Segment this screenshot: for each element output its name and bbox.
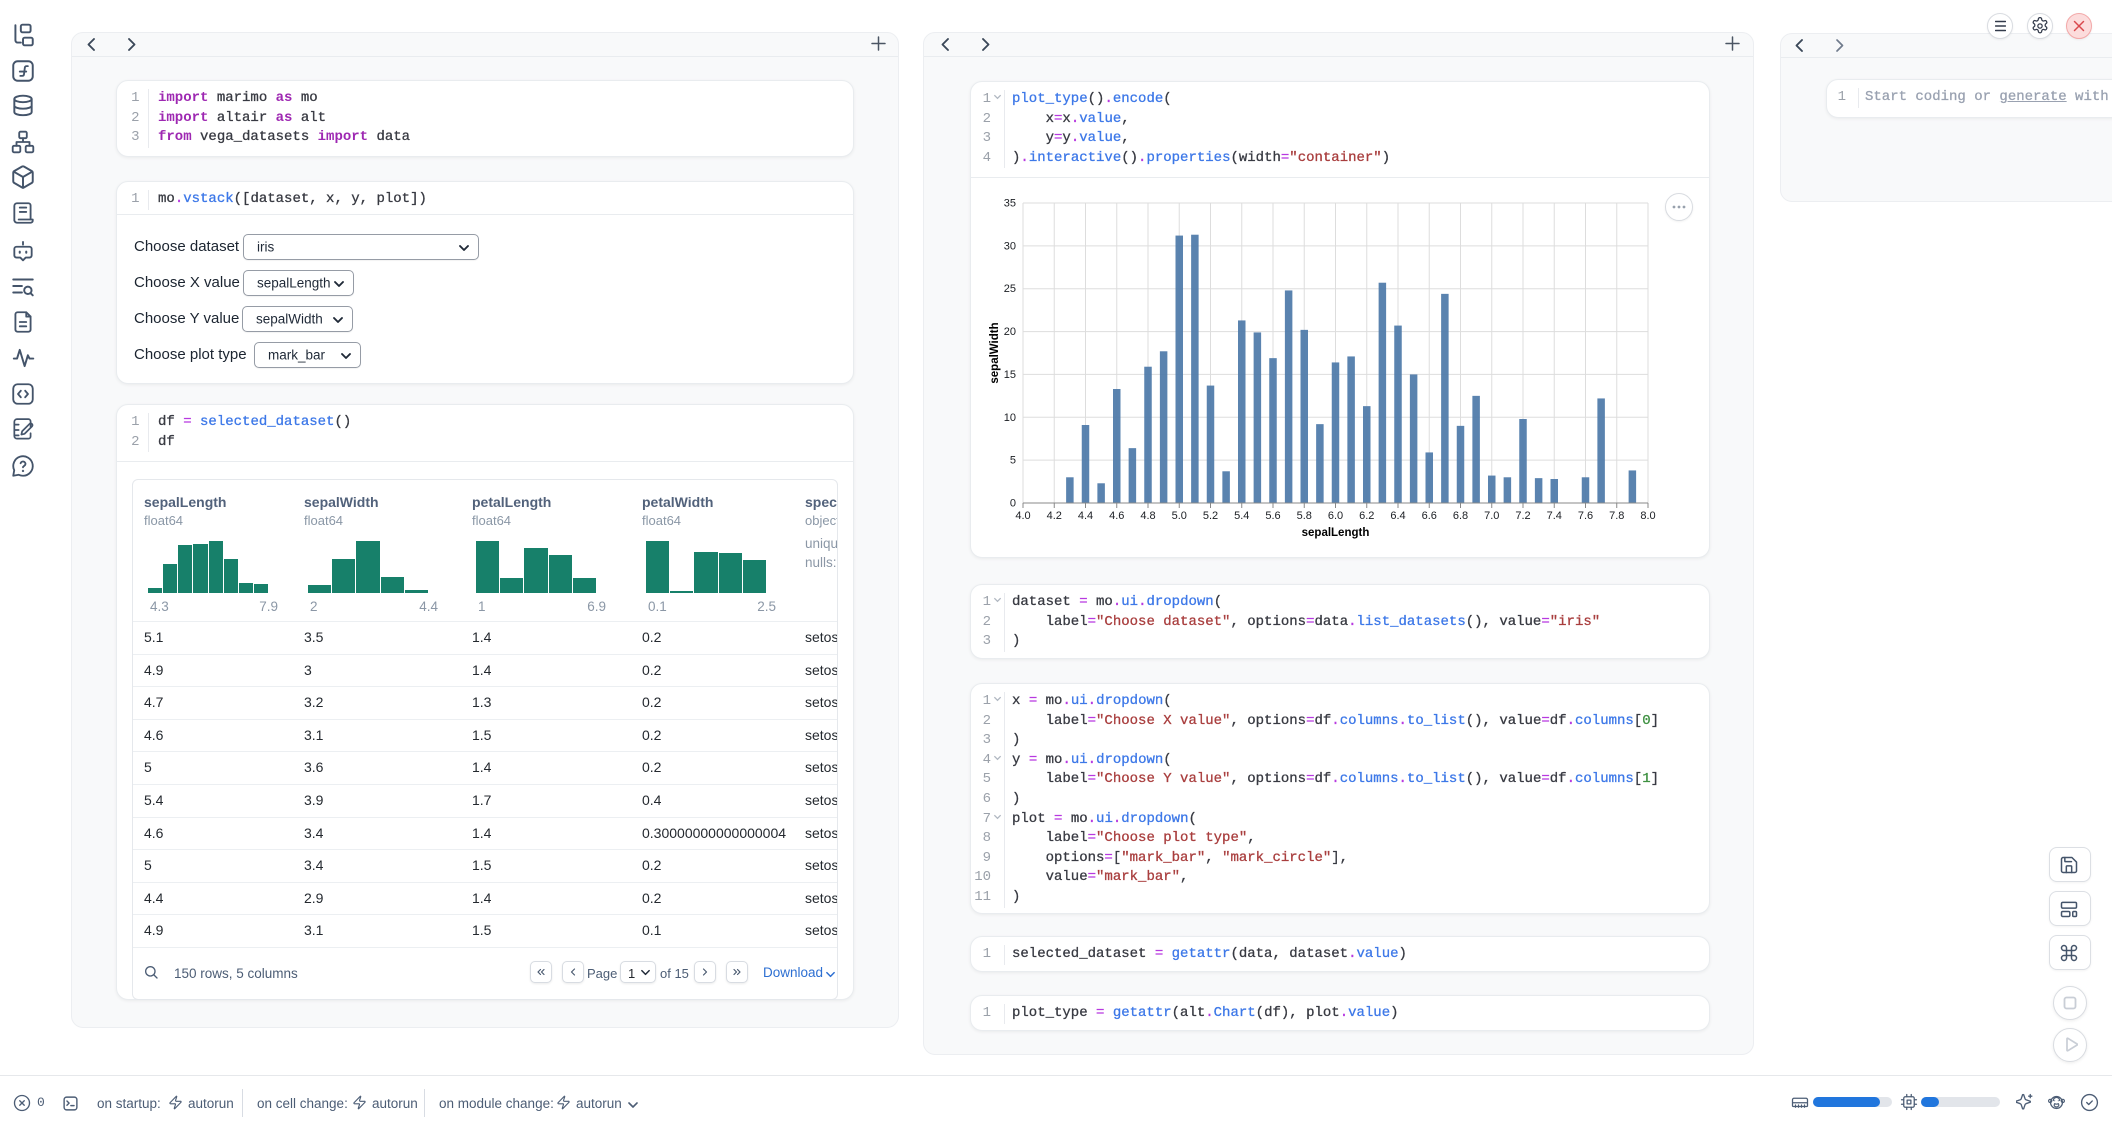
- svg-text:7.2: 7.2: [1515, 510, 1530, 522]
- svg-text:5.6: 5.6: [1265, 510, 1280, 522]
- svg-text:25: 25: [1004, 283, 1016, 295]
- svg-text:5.8: 5.8: [1297, 510, 1312, 522]
- svg-text:20: 20: [1004, 326, 1016, 338]
- svg-text:5.4: 5.4: [1234, 510, 1249, 522]
- svg-text:sepalWidth: sepalWidth: [989, 322, 1001, 383]
- svg-text:5: 5: [1010, 455, 1016, 467]
- svg-text:10: 10: [1004, 412, 1016, 424]
- svg-text:0: 0: [1010, 498, 1016, 510]
- svg-text:15: 15: [1004, 369, 1016, 381]
- svg-text:6.8: 6.8: [1453, 510, 1468, 522]
- svg-text:4.2: 4.2: [1047, 510, 1062, 522]
- svg-text:7.6: 7.6: [1578, 510, 1593, 522]
- svg-text:6.4: 6.4: [1390, 510, 1405, 522]
- svg-text:4.8: 4.8: [1140, 510, 1155, 522]
- svg-text:4.0: 4.0: [1015, 510, 1030, 522]
- svg-text:7.4: 7.4: [1547, 510, 1562, 522]
- svg-text:4.4: 4.4: [1078, 510, 1093, 522]
- svg-text:5.0: 5.0: [1172, 510, 1187, 522]
- svg-text:4.6: 4.6: [1109, 510, 1124, 522]
- svg-text:7.0: 7.0: [1484, 510, 1499, 522]
- svg-text:7.8: 7.8: [1609, 510, 1624, 522]
- svg-text:sepalLength: sepalLength: [1302, 527, 1370, 539]
- svg-text:8.0: 8.0: [1640, 510, 1655, 522]
- svg-text:6.0: 6.0: [1328, 510, 1343, 522]
- svg-text:35: 35: [1004, 198, 1016, 210]
- svg-text:6.6: 6.6: [1422, 510, 1437, 522]
- svg-text:30: 30: [1004, 240, 1016, 252]
- svg-text:6.2: 6.2: [1359, 510, 1374, 522]
- svg-text:5.2: 5.2: [1203, 510, 1218, 522]
